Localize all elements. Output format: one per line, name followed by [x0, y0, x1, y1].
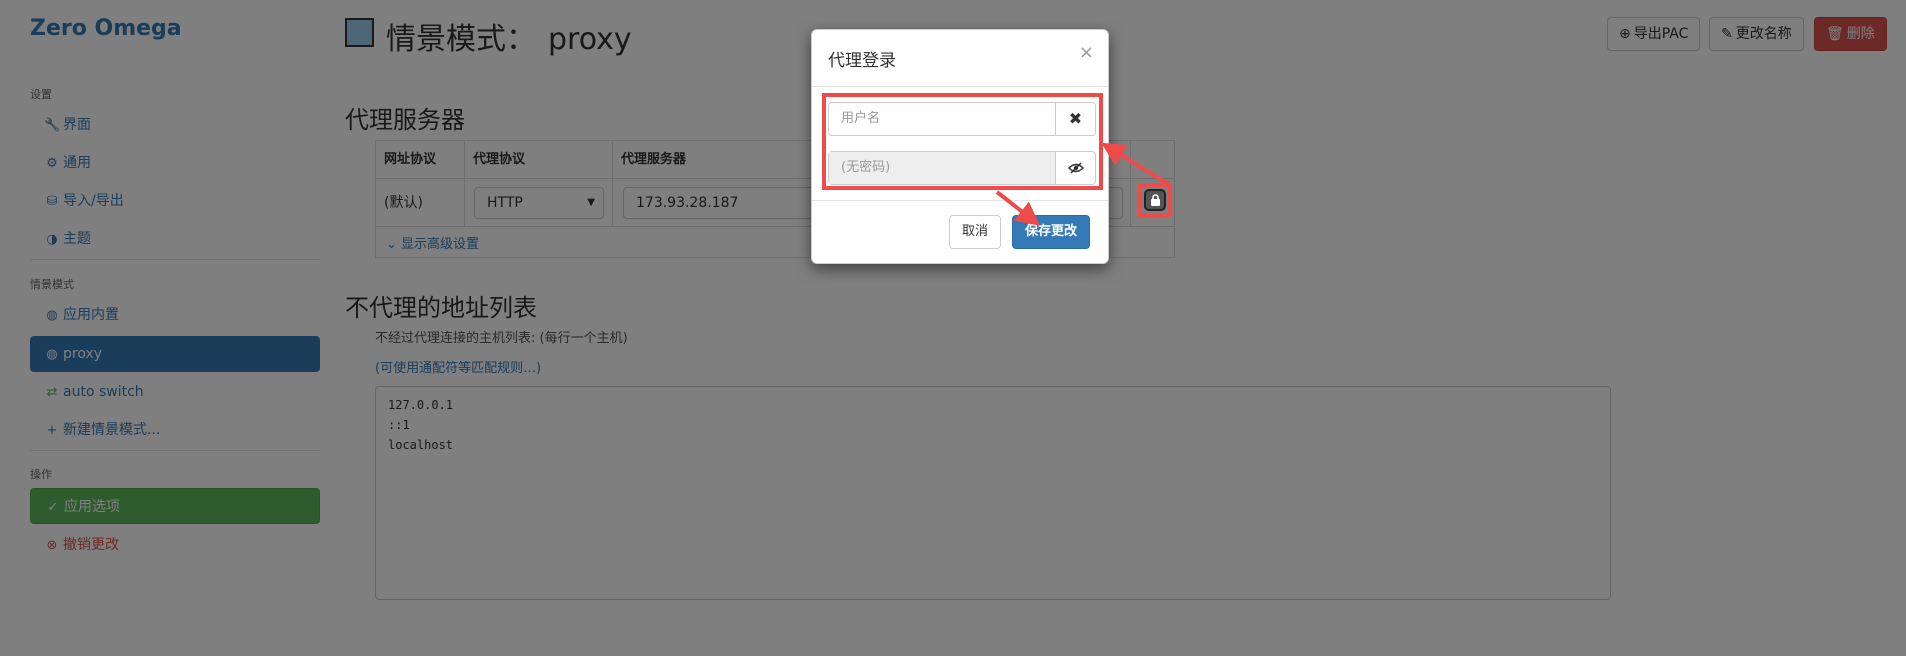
annotation-arrows	[995, 142, 1170, 226]
arrow-lock-to-credentials	[1101, 142, 1170, 186]
arrow-credentials-to-save	[995, 190, 1041, 226]
